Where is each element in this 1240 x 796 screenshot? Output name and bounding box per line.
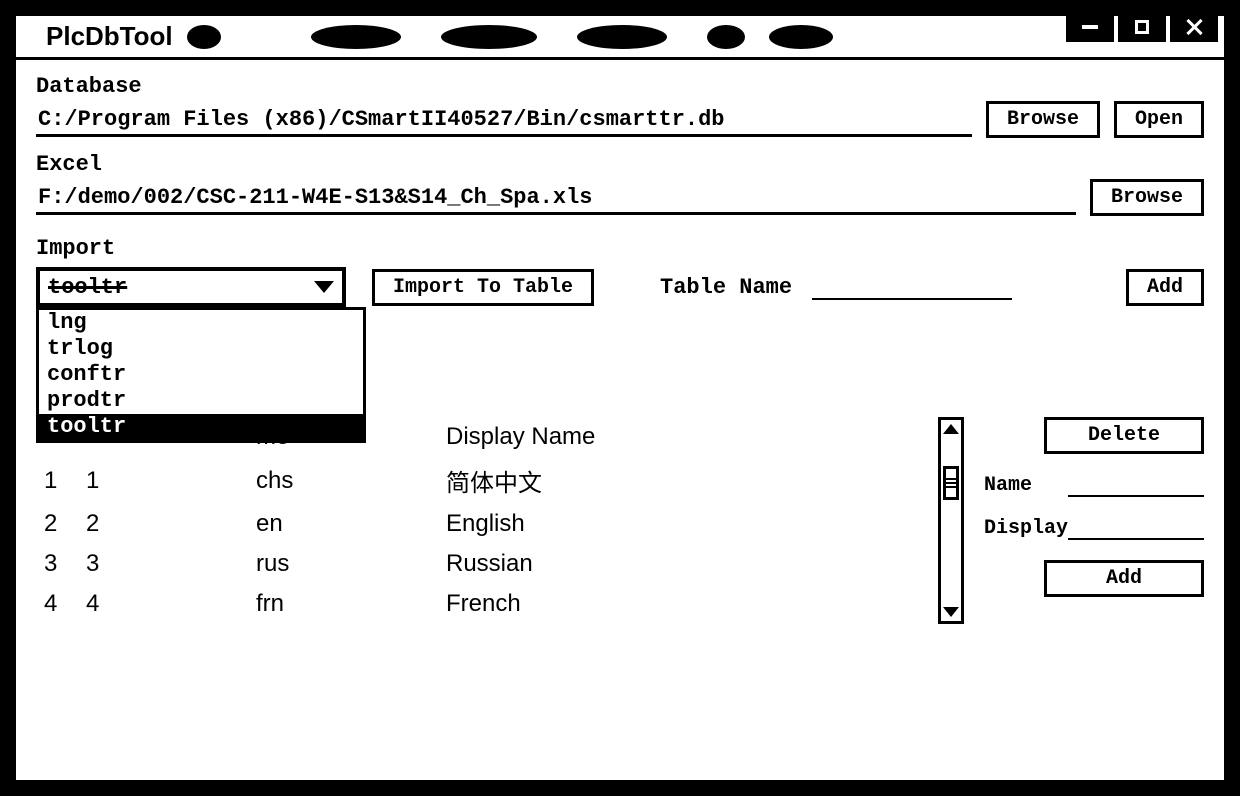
import-label: Import (36, 236, 1204, 261)
cell-idx: 2 (36, 510, 86, 538)
cell-id: 2 (86, 510, 256, 538)
cell-display: French (446, 590, 964, 618)
database-open-button[interactable]: Open (1114, 101, 1204, 138)
maximize-icon (1135, 20, 1149, 34)
database-browse-button[interactable]: Browse (986, 101, 1100, 138)
table-row[interactable]: 2 2 en English (36, 504, 964, 544)
cell-idx: 1 (36, 467, 86, 495)
display-input[interactable] (1068, 518, 1204, 540)
cell-id: 3 (86, 550, 256, 578)
dropdown-option-trlog[interactable]: trlog (39, 336, 363, 362)
titlebar-blob (577, 25, 667, 49)
scroll-thumb[interactable] (943, 466, 959, 500)
scroll-up-icon (943, 424, 959, 434)
add-table-button[interactable]: Add (1126, 269, 1204, 306)
close-icon (1185, 18, 1203, 36)
minimize-button[interactable] (1066, 12, 1114, 42)
name-field-label: Name (984, 474, 1060, 497)
dropdown-option-tooltr[interactable]: tooltr (39, 414, 363, 440)
import-table-dropdown: lng trlog conftr prodtr tooltr (36, 307, 366, 443)
dropdown-option-lng[interactable]: lng (39, 310, 363, 336)
titlebar-blob (441, 25, 537, 49)
side-panel: Delete Name Display Add (984, 417, 1204, 624)
cell-idx: 4 (36, 590, 86, 618)
table-name-label: Table Name (660, 275, 792, 300)
database-path-input[interactable]: C:/Program Files (x86)/CSmartII40527/Bin… (36, 103, 972, 137)
dropdown-option-conftr[interactable]: conftr (39, 362, 363, 388)
titlebar-blob (311, 25, 401, 49)
titlebar: PlcDbTool (16, 16, 1224, 60)
cell-display: Russian (446, 550, 964, 578)
delete-button[interactable]: Delete (1044, 417, 1204, 454)
scroll-down-icon (943, 607, 959, 617)
table-name-input[interactable] (812, 274, 1012, 300)
titlebar-blob (707, 25, 745, 49)
table-row[interactable]: 3 3 rus Russian (36, 544, 964, 584)
display-field-label: Display (984, 517, 1060, 540)
table-row[interactable]: 1 1 chs 简体中文 (36, 457, 964, 504)
close-button[interactable] (1170, 12, 1218, 42)
window-controls (1066, 12, 1218, 42)
cell-id: 1 (86, 467, 256, 495)
excel-browse-button[interactable]: Browse (1090, 179, 1204, 216)
language-table: me Display Name 1 1 chs 简体中文 2 2 en (36, 417, 964, 624)
table-row[interactable]: 4 4 frn French (36, 584, 964, 624)
cell-name: frn (256, 590, 446, 618)
cell-id: 4 (86, 590, 256, 618)
table-scrollbar[interactable] (938, 417, 964, 624)
table-header-display: Display Name (446, 423, 964, 451)
import-table-select[interactable]: tooltr lng trlog conftr prodtr tooltr (36, 267, 346, 307)
import-table-selected: tooltr (48, 275, 127, 300)
app-window: PlcDbTool Database C:/Program Files (x86… (12, 12, 1228, 784)
dropdown-option-prodtr[interactable]: prodtr (39, 388, 363, 414)
database-label: Database (36, 74, 1204, 99)
cell-name: rus (256, 550, 446, 578)
minimize-icon (1082, 25, 1098, 29)
client-area: Database C:/Program Files (x86)/CSmartII… (16, 60, 1224, 780)
cell-display: English (446, 510, 964, 538)
window-title: PlcDbTool (46, 21, 173, 52)
excel-path-input[interactable]: F:/demo/002/CSC-211-W4E-S13&S14_Ch_Spa.x… (36, 181, 1076, 215)
cell-name: chs (256, 467, 446, 495)
cell-name: en (256, 510, 446, 538)
import-to-table-button[interactable]: Import To Table (372, 269, 594, 306)
excel-label: Excel (36, 152, 1204, 177)
titlebar-blob (769, 25, 833, 49)
maximize-button[interactable] (1118, 12, 1166, 42)
side-add-button[interactable]: Add (1044, 560, 1204, 597)
chevron-down-icon (314, 281, 334, 293)
cell-display: 简体中文 (446, 463, 964, 498)
name-input[interactable] (1068, 475, 1204, 497)
cell-idx: 3 (36, 550, 86, 578)
titlebar-blob (187, 25, 221, 49)
